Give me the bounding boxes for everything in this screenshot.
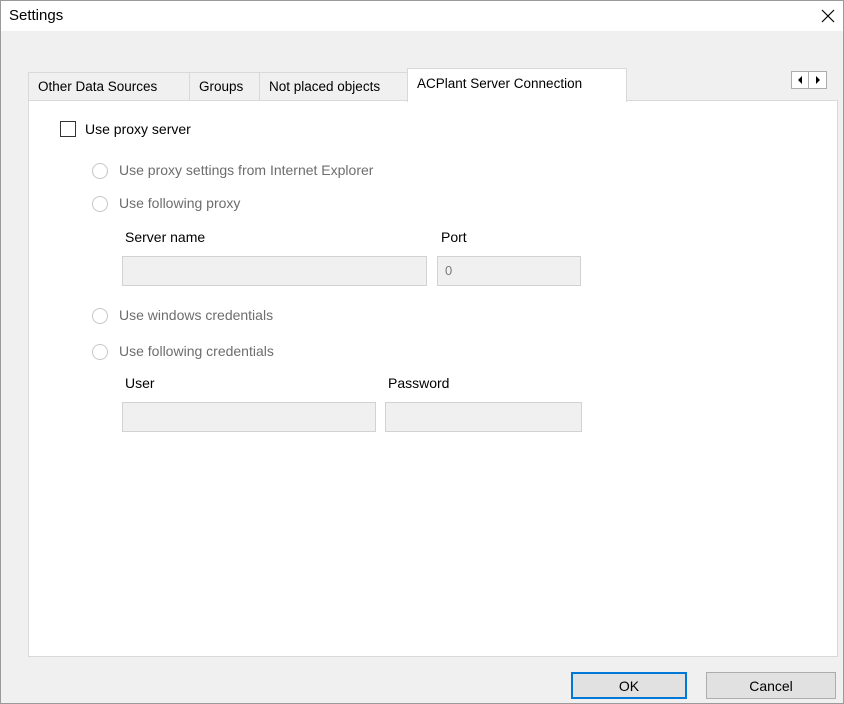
- tab-panel-acplant-server-connection: Use proxy server Use proxy settings from…: [28, 100, 838, 657]
- password-label: Password: [388, 375, 450, 391]
- windows-credentials-radio[interactable]: [92, 308, 108, 324]
- tab-other-data-sources[interactable]: Other Data Sources: [28, 72, 190, 100]
- window-title: Settings: [9, 7, 64, 24]
- port-field[interactable]: 0: [437, 256, 581, 286]
- tab-scroll-left-button[interactable]: [791, 71, 809, 89]
- settings-dialog: Settings Other Data Sources Groups Not p…: [0, 0, 844, 704]
- ie-proxy-settings-label: Use proxy settings from Internet Explore…: [119, 162, 374, 178]
- windows-credentials-label: Use windows credentials: [119, 307, 274, 323]
- following-proxy-radio[interactable]: [92, 196, 108, 212]
- tab-label: Not placed objects: [269, 79, 381, 94]
- following-proxy-label: Use following proxy: [119, 195, 241, 211]
- user-label: User: [125, 375, 155, 391]
- password-field[interactable]: [385, 402, 582, 432]
- tab-not-placed-objects[interactable]: Not placed objects: [259, 72, 408, 100]
- use-proxy-label: Use proxy server: [85, 121, 191, 137]
- tab-label: Groups: [199, 79, 244, 94]
- tab-scroll-buttons: [791, 71, 827, 89]
- cancel-button[interactable]: Cancel: [706, 672, 836, 699]
- use-proxy-checkbox[interactable]: [60, 121, 76, 137]
- user-field[interactable]: [122, 402, 376, 432]
- arrow-right-icon: [815, 76, 820, 84]
- tab-acplant-server-connection[interactable]: ACPlant Server Connection: [407, 68, 627, 102]
- arrow-left-icon: [798, 76, 802, 84]
- tab-groups[interactable]: Groups: [189, 72, 260, 100]
- ok-button[interactable]: OK: [571, 672, 687, 699]
- server-name-field[interactable]: [122, 256, 427, 286]
- server-name-label: Server name: [125, 229, 206, 245]
- following-credentials-label: Use following credentials: [119, 343, 274, 359]
- port-label: Port: [441, 229, 467, 245]
- close-button[interactable]: [813, 1, 843, 31]
- tab-label: ACPlant Server Connection: [417, 76, 583, 91]
- close-icon: [821, 9, 835, 23]
- tab-scroll-right-button[interactable]: [809, 71, 827, 89]
- following-credentials-radio[interactable]: [92, 344, 108, 360]
- tab-label: Other Data Sources: [38, 79, 158, 94]
- title-bar: Settings: [1, 1, 843, 31]
- ie-proxy-settings-radio[interactable]: [92, 163, 108, 179]
